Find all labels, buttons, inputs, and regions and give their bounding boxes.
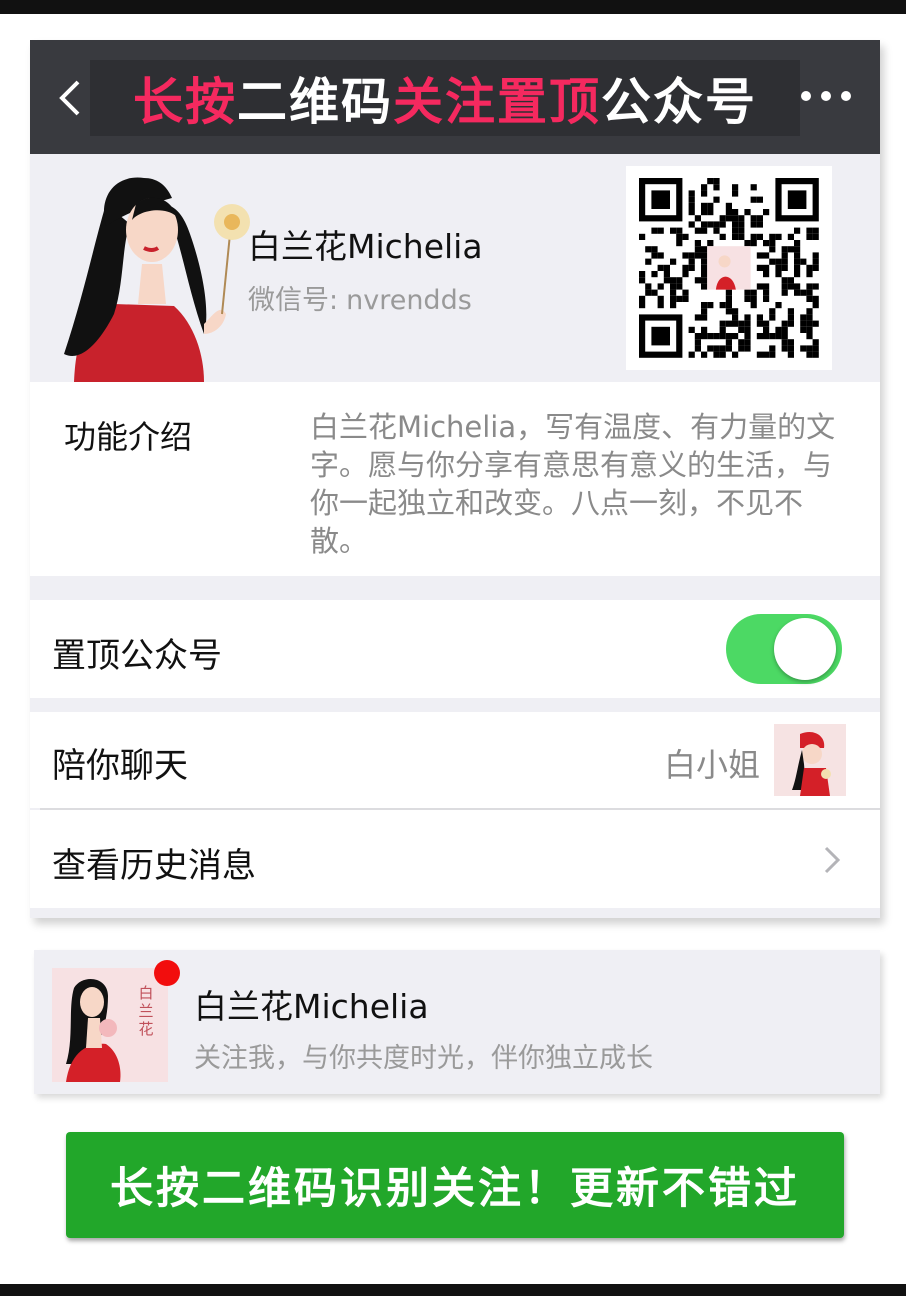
wechat-id-row: 微信号: nvrendds bbox=[248, 278, 472, 317]
history-row[interactable]: 查看历史消息 bbox=[30, 810, 880, 908]
toggle-knob bbox=[774, 618, 836, 680]
title-part-4: 公众号 bbox=[601, 73, 757, 131]
chat-row[interactable]: 陪你聊天 白小姐 bbox=[30, 712, 880, 808]
avatar-illustration bbox=[64, 177, 250, 382]
title-part-1: 长按 bbox=[133, 73, 237, 131]
intro-label: 功能介绍 bbox=[64, 418, 193, 456]
logo-text-1: 白 bbox=[138, 984, 153, 1002]
message-card[interactable]: 白 兰 花 白兰花Michelia 关注我，与你共度时光，伴你独立成长 bbox=[34, 950, 880, 1094]
pin-toggle[interactable] bbox=[726, 614, 842, 684]
qr-code-image bbox=[639, 178, 819, 358]
pin-account-label: 置顶公众号 bbox=[52, 636, 222, 676]
chevron-right-icon bbox=[824, 846, 841, 874]
navbar: 长按 二维码 关注置顶 公众号 bbox=[30, 40, 880, 154]
account-logo: 白 兰 花 bbox=[52, 968, 168, 1082]
logo-text-2: 兰 bbox=[138, 1002, 153, 1020]
unread-badge bbox=[154, 960, 180, 986]
page-title: 长按 二维码 关注置顶 公众号 bbox=[90, 60, 800, 136]
message-subtitle: 关注我，与你共度时光，伴你独立成长 bbox=[194, 1043, 653, 1074]
account-name: 白兰花Michelia bbox=[248, 227, 483, 266]
pin-account-row: 置顶公众号 bbox=[30, 600, 880, 698]
chevron-left-icon[interactable] bbox=[54, 78, 84, 118]
profile-header: 白兰花Michelia 微信号: nvrendds bbox=[30, 154, 880, 382]
message-title: 白兰花Michelia bbox=[194, 987, 429, 1026]
wechat-id-value: nvrendds bbox=[346, 285, 472, 316]
chat-avatar bbox=[774, 724, 846, 796]
intro-section: 功能介绍 白兰花Michelia，写有温度、有力量的文字。愿与你分享有意思有意义… bbox=[30, 382, 880, 576]
intro-text: 白兰花Michelia，写有温度、有力量的文字。愿与你分享有意思有意义的生活，与… bbox=[310, 410, 836, 558]
wechat-id-label: 微信号: bbox=[248, 285, 339, 316]
chat-contact-name: 白小姐 bbox=[664, 746, 761, 784]
logo-text-3: 花 bbox=[138, 1020, 153, 1038]
history-label: 查看历史消息 bbox=[52, 846, 256, 886]
chat-label: 陪你聊天 bbox=[52, 746, 188, 786]
bottom-frame-border bbox=[0, 1284, 906, 1296]
top-frame-border bbox=[0, 0, 906, 14]
follow-cta-button[interactable]: 长按二维码识别关注！更新不错过 bbox=[66, 1132, 844, 1238]
more-dots-icon[interactable] bbox=[798, 84, 854, 108]
account-profile-card: 长按 二维码 关注置顶 公众号 白兰花Michelia 微信号: nvrendds bbox=[30, 40, 880, 918]
title-part-2: 二维码 bbox=[237, 73, 393, 131]
title-part-3: 关注置顶 bbox=[393, 73, 601, 131]
qr-code[interactable] bbox=[626, 166, 832, 370]
